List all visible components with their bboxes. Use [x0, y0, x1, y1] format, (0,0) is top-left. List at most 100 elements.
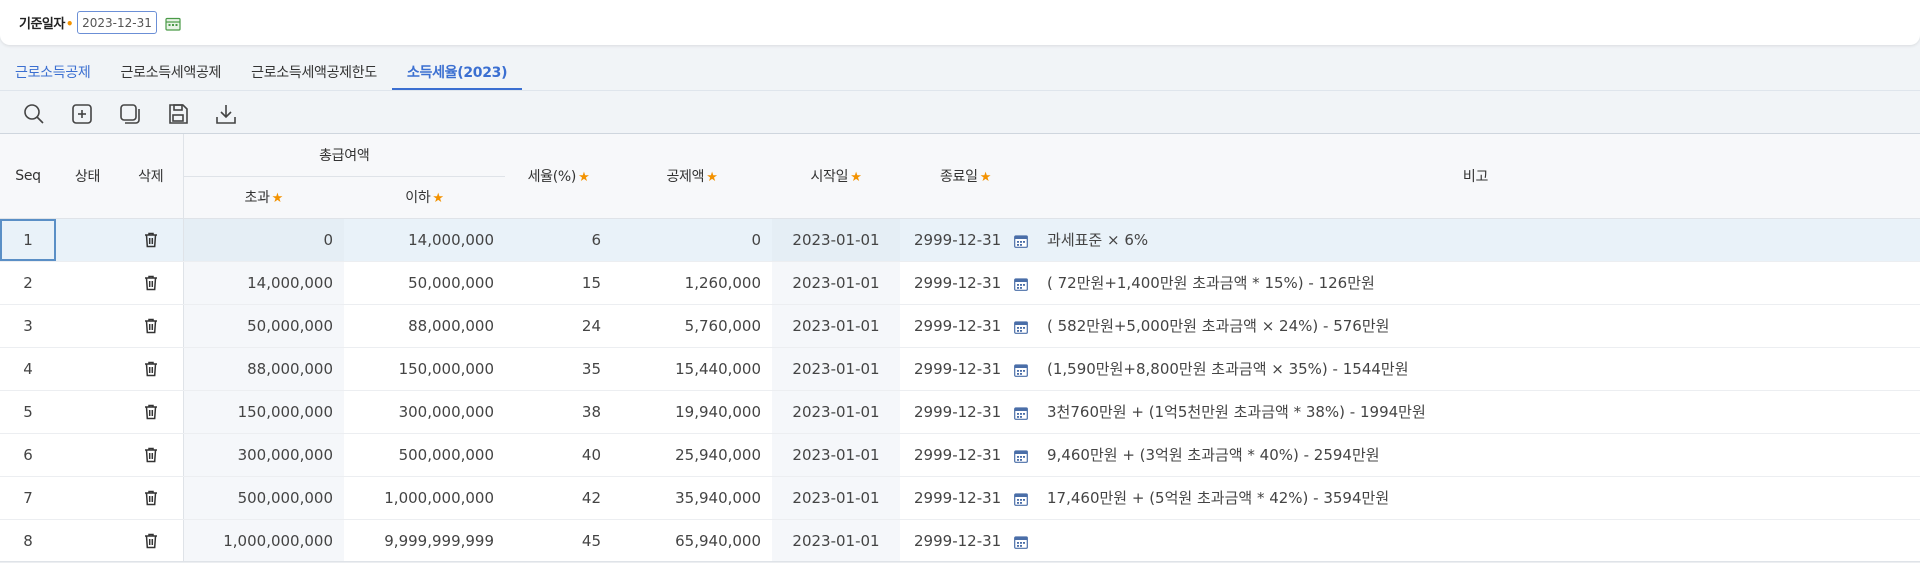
start-date-cell[interactable]: 2023-01-01: [772, 304, 901, 348]
tax-rate-cell[interactable]: 38: [505, 390, 613, 434]
seq-cell[interactable]: 3: [0, 304, 56, 348]
deduction-cell[interactable]: 0: [612, 218, 773, 262]
end-date-cell[interactable]: 2999-12-31: [900, 347, 1032, 391]
tax-rate-cell[interactable]: 35: [505, 347, 613, 391]
start-date-cell[interactable]: 2023-01-01: [772, 390, 901, 434]
delete-cell[interactable]: [119, 519, 184, 563]
note-cell[interactable]: (1,590만원+8,800만원 초과금액 × 35%) - 1544만원: [1031, 347, 1920, 391]
tax-rate-cell[interactable]: 24: [505, 304, 613, 348]
end-date-cell[interactable]: 2999-12-31: [900, 304, 1032, 348]
over-cell[interactable]: 14,000,000: [183, 261, 344, 305]
delete-cell[interactable]: [119, 390, 184, 434]
over-cell[interactable]: 300,000,000: [183, 433, 344, 477]
note-cell[interactable]: 과세표준 × 6%: [1031, 218, 1920, 262]
under-cell[interactable]: 500,000,000: [344, 433, 506, 477]
delete-cell[interactable]: [119, 433, 184, 477]
delete-row-button[interactable]: [144, 275, 158, 291]
note-cell[interactable]: ( 582만원+5,000만원 초과금액 × 24%) - 576만원: [1031, 304, 1920, 348]
over-cell[interactable]: 50,000,000: [183, 304, 344, 348]
table-row[interactable]: 8 1,000,000,000 9,999,999,999 45 65,940,…: [0, 519, 1920, 563]
seq-cell[interactable]: 7: [0, 476, 56, 520]
over-cell[interactable]: 150,000,000: [183, 390, 344, 434]
tab-earned-income-deduction[interactable]: 근로소득공제: [0, 55, 105, 89]
save-button[interactable]: [164, 100, 192, 128]
start-date-cell[interactable]: 2023-01-01: [772, 433, 901, 477]
deduction-cell[interactable]: 5,760,000: [612, 304, 773, 348]
calendar-icon[interactable]: [165, 16, 181, 31]
note-cell[interactable]: 9,460만원 + (3억원 초과금액 * 40%) - 2594만원: [1031, 433, 1920, 477]
download-button[interactable]: [212, 100, 240, 128]
tax-rate-cell[interactable]: 45: [505, 519, 613, 563]
note-cell[interactable]: [1031, 519, 1920, 563]
delete-row-button[interactable]: [144, 447, 158, 463]
note-cell[interactable]: ( 72만원+1,400만원 초과금액 * 15%) - 126만원: [1031, 261, 1920, 305]
delete-row-button[interactable]: [144, 533, 158, 549]
under-cell[interactable]: 1,000,000,000: [344, 476, 506, 520]
end-date-cell[interactable]: 2999-12-31: [900, 261, 1032, 305]
under-cell[interactable]: 150,000,000: [344, 347, 506, 391]
note-cell[interactable]: 3천760만원 + (1억5천만원 초과금액 * 38%) - 1994만원: [1031, 390, 1920, 434]
tab-earned-income-tax-credit[interactable]: 근로소득세액공제: [105, 55, 236, 89]
note-cell[interactable]: 17,460만원 + (5억원 초과금액 * 42%) - 3594만원: [1031, 476, 1920, 520]
over-cell[interactable]: 1,000,000,000: [183, 519, 344, 563]
table-row[interactable]: 1 0 14,000,000 6 0 2023-01-01 2999-12-31…: [0, 218, 1920, 262]
seq-cell[interactable]: 6: [0, 433, 56, 477]
over-cell[interactable]: 500,000,000: [183, 476, 344, 520]
deduction-cell[interactable]: 35,940,000: [612, 476, 773, 520]
delete-cell[interactable]: [119, 476, 184, 520]
tab-earned-income-tax-credit-limit[interactable]: 근로소득세액공제한도: [236, 55, 392, 89]
delete-cell[interactable]: [119, 261, 184, 305]
delete-row-button[interactable]: [144, 361, 158, 377]
delete-cell[interactable]: [119, 304, 184, 348]
deduction-cell[interactable]: 15,440,000: [612, 347, 773, 391]
start-date-cell[interactable]: 2023-01-01: [772, 218, 901, 262]
delete-row-button[interactable]: [144, 318, 158, 334]
calendar-icon[interactable]: [1014, 492, 1029, 506]
delete-cell[interactable]: [119, 218, 184, 262]
calendar-icon[interactable]: [1014, 234, 1029, 248]
start-date-cell[interactable]: 2023-01-01: [772, 347, 901, 391]
seq-cell[interactable]: 1: [0, 218, 56, 262]
calendar-icon[interactable]: [1014, 320, 1029, 334]
deduction-cell[interactable]: 1,260,000: [612, 261, 773, 305]
under-cell[interactable]: 50,000,000: [344, 261, 506, 305]
tax-rate-cell[interactable]: 6: [505, 218, 613, 262]
over-cell[interactable]: 0: [183, 218, 344, 262]
end-date-cell[interactable]: 2999-12-31: [900, 433, 1032, 477]
seq-cell[interactable]: 4: [0, 347, 56, 391]
calendar-icon[interactable]: [1014, 535, 1029, 549]
deduction-cell[interactable]: 25,940,000: [612, 433, 773, 477]
deduction-cell[interactable]: 19,940,000: [612, 390, 773, 434]
seq-cell[interactable]: 8: [0, 519, 56, 563]
table-row[interactable]: 3 50,000,000 88,000,000 24 5,760,000 202…: [0, 304, 1920, 348]
start-date-cell[interactable]: 2023-01-01: [772, 519, 901, 563]
over-cell[interactable]: 88,000,000: [183, 347, 344, 391]
calendar-icon[interactable]: [1014, 277, 1029, 291]
delete-row-button[interactable]: [144, 490, 158, 506]
table-row[interactable]: 5 150,000,000 300,000,000 38 19,940,000 …: [0, 390, 1920, 434]
under-cell[interactable]: 14,000,000: [344, 218, 506, 262]
under-cell[interactable]: 9,999,999,999: [344, 519, 506, 563]
add-row-button[interactable]: [68, 100, 96, 128]
calendar-icon[interactable]: [1014, 449, 1029, 463]
under-cell[interactable]: 88,000,000: [344, 304, 506, 348]
deduction-cell[interactable]: 65,940,000: [612, 519, 773, 563]
seq-cell[interactable]: 5: [0, 390, 56, 434]
delete-row-button[interactable]: [144, 404, 158, 420]
end-date-cell[interactable]: 2999-12-31: [900, 218, 1032, 262]
seq-cell[interactable]: 2: [0, 261, 56, 305]
copy-row-button[interactable]: [116, 100, 144, 128]
tax-rate-cell[interactable]: 15: [505, 261, 613, 305]
search-button[interactable]: [20, 100, 48, 128]
end-date-cell[interactable]: 2999-12-31: [900, 390, 1032, 434]
under-cell[interactable]: 300,000,000: [344, 390, 506, 434]
start-date-cell[interactable]: 2023-01-01: [772, 261, 901, 305]
tab-income-tax-rate-2023[interactable]: 소득세율(2023): [391, 55, 523, 91]
end-date-cell[interactable]: 2999-12-31: [900, 476, 1032, 520]
tax-rate-cell[interactable]: 40: [505, 433, 613, 477]
table-row[interactable]: 2 14,000,000 50,000,000 15 1,260,000 202…: [0, 261, 1920, 305]
tax-rate-cell[interactable]: 42: [505, 476, 613, 520]
delete-cell[interactable]: [119, 347, 184, 391]
start-date-cell[interactable]: 2023-01-01: [772, 476, 901, 520]
base-date-input[interactable]: 2023-12-31: [77, 11, 158, 34]
